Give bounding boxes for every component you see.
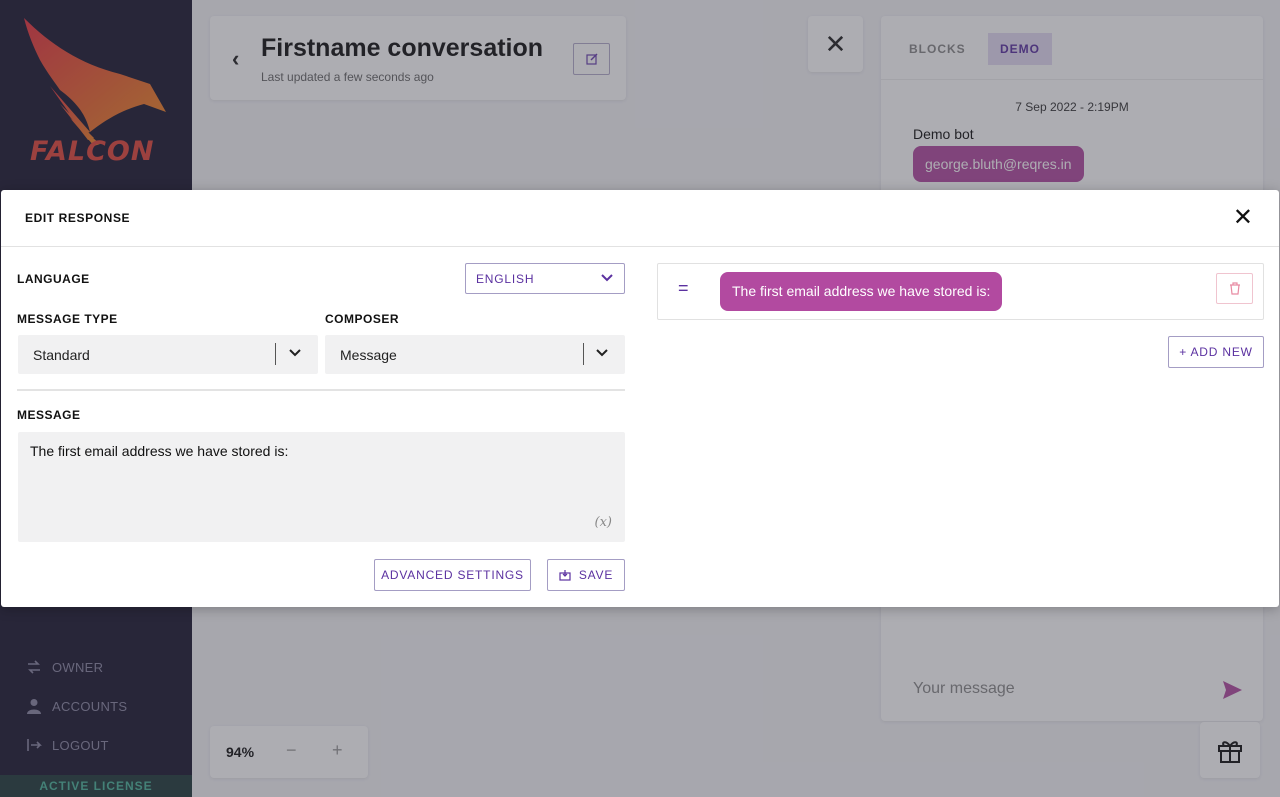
add-new-button[interactable]: + ADD NEW <box>1168 336 1264 368</box>
trash-icon <box>1229 282 1240 295</box>
message-textarea[interactable]: The first email address we have stored i… <box>18 432 625 542</box>
language-label: LANGUAGE <box>17 272 90 286</box>
modal-header: EDIT RESPONSE ✕ <box>1 190 1279 247</box>
message-type-value: Standard <box>33 347 90 363</box>
chevron-down-icon <box>601 274 613 282</box>
composer-select[interactable]: Message <box>325 335 625 374</box>
message-type-select[interactable]: Standard <box>18 335 318 374</box>
chevron-down-icon <box>596 349 608 357</box>
add-new-label: + ADD NEW <box>1179 345 1253 359</box>
composer-value: Message <box>340 347 397 363</box>
edit-response-modal: EDIT RESPONSE ✕ LANGUAGE ENGLISH MESSAGE… <box>1 190 1279 607</box>
divider <box>17 389 625 391</box>
select-separator <box>275 343 276 365</box>
modal-title: EDIT RESPONSE <box>25 211 131 225</box>
message-label: MESSAGE <box>17 408 81 422</box>
insert-variable-icon[interactable]: (x) <box>595 515 612 530</box>
close-modal-button[interactable]: ✕ <box>1233 206 1253 230</box>
advanced-settings-label: ADVANCED SETTINGS <box>381 568 524 582</box>
drag-handle-icon[interactable]: = <box>678 278 689 299</box>
language-value: ENGLISH <box>476 272 535 286</box>
advanced-settings-button[interactable]: ADVANCED SETTINGS <box>374 559 531 591</box>
message-type-label: MESSAGE TYPE <box>17 312 118 326</box>
chevron-down-icon <box>289 349 301 357</box>
save-label: SAVE <box>578 568 614 582</box>
select-separator <box>583 343 584 365</box>
delete-button[interactable] <box>1216 273 1253 304</box>
preview-message-bubble[interactable]: The first email address we have stored i… <box>720 272 1003 311</box>
language-select[interactable]: ENGLISH <box>465 263 625 294</box>
save-icon <box>559 570 571 581</box>
save-button[interactable]: SAVE <box>547 559 625 591</box>
message-text: The first email address we have stored i… <box>30 443 289 459</box>
response-preview-row: = The first email address we have stored… <box>657 263 1264 320</box>
composer-label: COMPOSER <box>325 312 400 326</box>
